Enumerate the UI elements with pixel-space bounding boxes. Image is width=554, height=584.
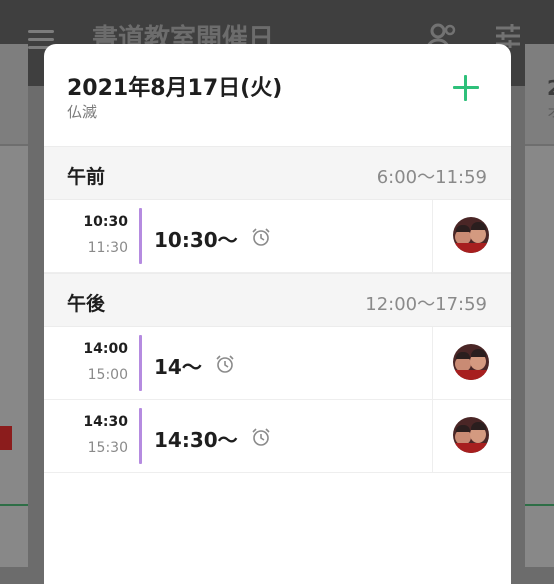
alarm-icon [251,427,271,452]
row-divider [432,200,433,272]
event-title-line: 14:30〜 [154,424,271,453]
dialog-date: 2021年8月17日(火) [67,76,283,101]
event-title: 14:30〜 [154,428,238,452]
row-divider [432,400,433,472]
row-divider [432,327,433,399]
section-label: 午前 [67,166,106,188]
event-start-time: 14:30 [83,414,128,430]
next-day-fragment: 2 [547,76,554,100]
alarm-icon [215,354,235,379]
event-title: 14〜 [154,355,202,379]
event-start-time: 10:30 [83,214,128,230]
event-title-line: 10:30〜 [154,224,271,253]
avatar[interactable] [453,344,489,380]
event-end-time: 15:00 [87,367,128,383]
section-range: 6:00〜11:59 [376,167,487,188]
event-row[interactable]: 14:30 15:30 14:30〜 [44,400,511,473]
section-afternoon: 午後 12:00〜17:59 [44,273,511,327]
section-range: 12:00〜17:59 [365,294,487,315]
avatar[interactable] [453,217,489,253]
event-end-time: 11:30 [87,240,128,256]
next-day-card[interactable]: 2 オ [525,44,554,567]
alarm-icon [251,227,271,252]
section-label: 午後 [67,293,106,315]
dialog-header: 2021年8月17日(火) 仏滅 [44,44,511,146]
event-end-time: 15:30 [87,440,128,456]
section-morning: 午前 6:00〜11:59 [44,146,511,200]
event-color-bar [139,208,142,264]
day-detail-dialog: 2021年8月17日(火) 仏滅 午前 6:00〜11:59 10:30 11:… [44,44,511,584]
event-color-bar [139,335,142,391]
previous-day-card[interactable] [0,44,28,567]
event-start-time: 14:00 [83,341,128,357]
avatar[interactable] [453,417,489,453]
event-color-bar [139,408,142,464]
event-title: 10:30〜 [154,228,238,252]
next-day-sub-fragment: オ [547,102,554,122]
add-event-button[interactable] [452,74,480,102]
event-row[interactable]: 10:30 11:30 10:30〜 [44,200,511,273]
event-chip [0,426,12,450]
event-row[interactable]: 14:00 15:00 14〜 [44,327,511,400]
rokuyo-label: 仏滅 [67,103,98,121]
event-title-line: 14〜 [154,351,235,380]
